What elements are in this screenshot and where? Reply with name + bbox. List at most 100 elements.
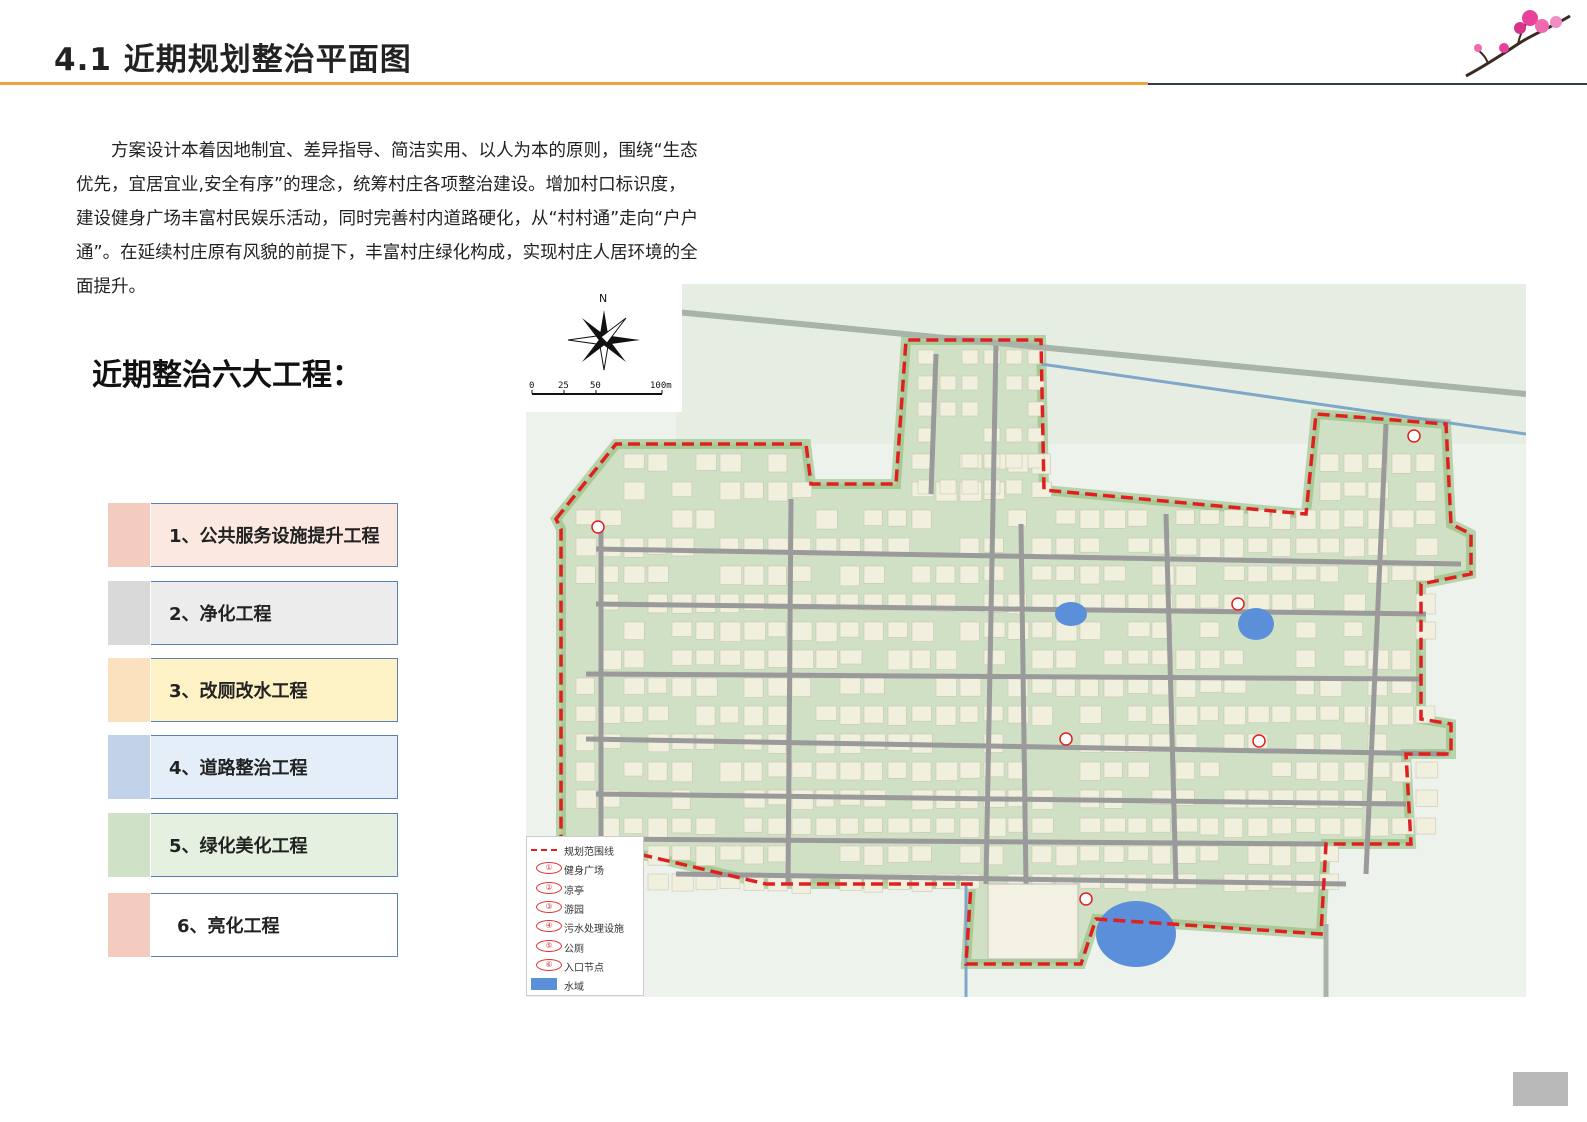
building-block bbox=[719, 705, 740, 724]
project-item: 6、亮化工程 bbox=[108, 893, 398, 957]
building-block bbox=[671, 509, 694, 529]
building-block bbox=[1223, 649, 1244, 666]
building-block bbox=[1079, 621, 1102, 640]
building-block bbox=[1271, 817, 1292, 835]
pond bbox=[1055, 602, 1087, 626]
building-block bbox=[1103, 509, 1127, 529]
legend-label: 健身广场 bbox=[564, 866, 604, 878]
building-block bbox=[815, 761, 838, 781]
building-block bbox=[983, 621, 1006, 638]
building-block bbox=[863, 705, 884, 724]
building-block bbox=[1247, 705, 1270, 724]
building-block bbox=[1247, 565, 1268, 583]
north-label: N bbox=[599, 292, 607, 305]
building-block bbox=[1295, 649, 1316, 668]
building-block bbox=[695, 845, 716, 866]
building-block bbox=[575, 509, 597, 526]
building-block bbox=[959, 705, 979, 723]
building-block bbox=[1247, 845, 1270, 865]
building-block bbox=[1175, 817, 1198, 833]
building-block bbox=[1415, 789, 1438, 807]
building-block bbox=[1005, 375, 1023, 391]
building-block bbox=[1103, 649, 1123, 666]
building-block bbox=[1127, 845, 1149, 861]
project-label: 6、亮化工程 bbox=[177, 916, 280, 937]
building-block bbox=[1199, 845, 1219, 862]
scale-label: 50 bbox=[590, 381, 601, 391]
building-block bbox=[1079, 509, 1101, 529]
project-color-swatch bbox=[108, 581, 150, 645]
building-block bbox=[959, 565, 980, 584]
building-block bbox=[1295, 565, 1318, 581]
intro-paragraph: 方案设计本着因地制宜、差异指导、简洁实用、以人为本的原则，围绕“生态优先，宜居宜… bbox=[76, 141, 699, 297]
building-block bbox=[1343, 621, 1364, 637]
building-block bbox=[1031, 845, 1053, 863]
building-block bbox=[719, 481, 742, 501]
building-block bbox=[939, 375, 957, 391]
building-block bbox=[1031, 537, 1053, 556]
building-block bbox=[1175, 845, 1197, 864]
building-block bbox=[1295, 817, 1316, 833]
building-block bbox=[623, 761, 644, 777]
building-block bbox=[1295, 845, 1317, 863]
building-block bbox=[1151, 705, 1171, 725]
building-block bbox=[887, 845, 910, 863]
project-label-box: 6、亮化工程 bbox=[151, 893, 398, 957]
projects-heading: 近期整治六大工程： bbox=[92, 358, 362, 393]
legend-number-icon: ① bbox=[536, 862, 562, 875]
building-block bbox=[767, 705, 791, 726]
building-block bbox=[1319, 509, 1341, 531]
building-block bbox=[863, 565, 885, 584]
building-block bbox=[1295, 621, 1317, 639]
building-block bbox=[1079, 761, 1101, 781]
building-block bbox=[743, 677, 764, 698]
building-block bbox=[695, 649, 715, 666]
legend-number-icon: ③ bbox=[536, 900, 562, 913]
building-block bbox=[1391, 649, 1411, 671]
building-block bbox=[623, 677, 645, 695]
project-item: 2、净化工程 bbox=[108, 581, 398, 645]
building-block bbox=[1223, 817, 1244, 838]
legend-label: 水域 bbox=[564, 982, 584, 994]
building-block bbox=[961, 401, 979, 417]
building-block bbox=[1199, 649, 1221, 669]
building-block bbox=[815, 817, 837, 836]
building-block bbox=[1055, 649, 1077, 669]
building-block bbox=[1103, 817, 1126, 833]
project-label: 3、改厕改水工程 bbox=[169, 681, 308, 702]
legend-row: ④ 污水处理设施 bbox=[531, 918, 643, 935]
building-block bbox=[791, 817, 812, 835]
building-block bbox=[1103, 845, 1125, 863]
building-block bbox=[959, 817, 980, 838]
project-color-swatch bbox=[108, 893, 150, 957]
building-block bbox=[1079, 677, 1099, 697]
building-block bbox=[1223, 565, 1245, 581]
legend-label: 入口节点 bbox=[564, 962, 604, 974]
legend-number-icon: ② bbox=[536, 881, 562, 894]
building-block bbox=[695, 817, 717, 835]
project-color-swatch bbox=[108, 503, 150, 567]
building-block bbox=[1319, 817, 1342, 835]
building-block bbox=[1031, 565, 1053, 581]
project-item: 1、公共服务设施提升工程 bbox=[108, 503, 398, 567]
building-block bbox=[1031, 649, 1054, 670]
building-block bbox=[1031, 481, 1052, 498]
building-block bbox=[767, 817, 789, 835]
title-underline-orange bbox=[0, 82, 1148, 85]
project-item: 4、道路整治工程 bbox=[108, 735, 398, 799]
building-block bbox=[647, 733, 670, 753]
building-block bbox=[1295, 761, 1318, 780]
building-block bbox=[575, 565, 596, 584]
building-block bbox=[647, 677, 667, 694]
building-block bbox=[887, 761, 907, 779]
building-block bbox=[623, 649, 645, 669]
building-block bbox=[911, 509, 932, 530]
building-block bbox=[863, 621, 884, 642]
building-block bbox=[939, 479, 957, 495]
project-label-box: 5、绿化美化工程 bbox=[151, 813, 398, 877]
building-block bbox=[911, 845, 932, 862]
scale-label: 0 bbox=[529, 381, 534, 391]
building-block bbox=[695, 677, 718, 697]
building-block bbox=[791, 481, 813, 498]
map-node-marker bbox=[1059, 732, 1073, 746]
